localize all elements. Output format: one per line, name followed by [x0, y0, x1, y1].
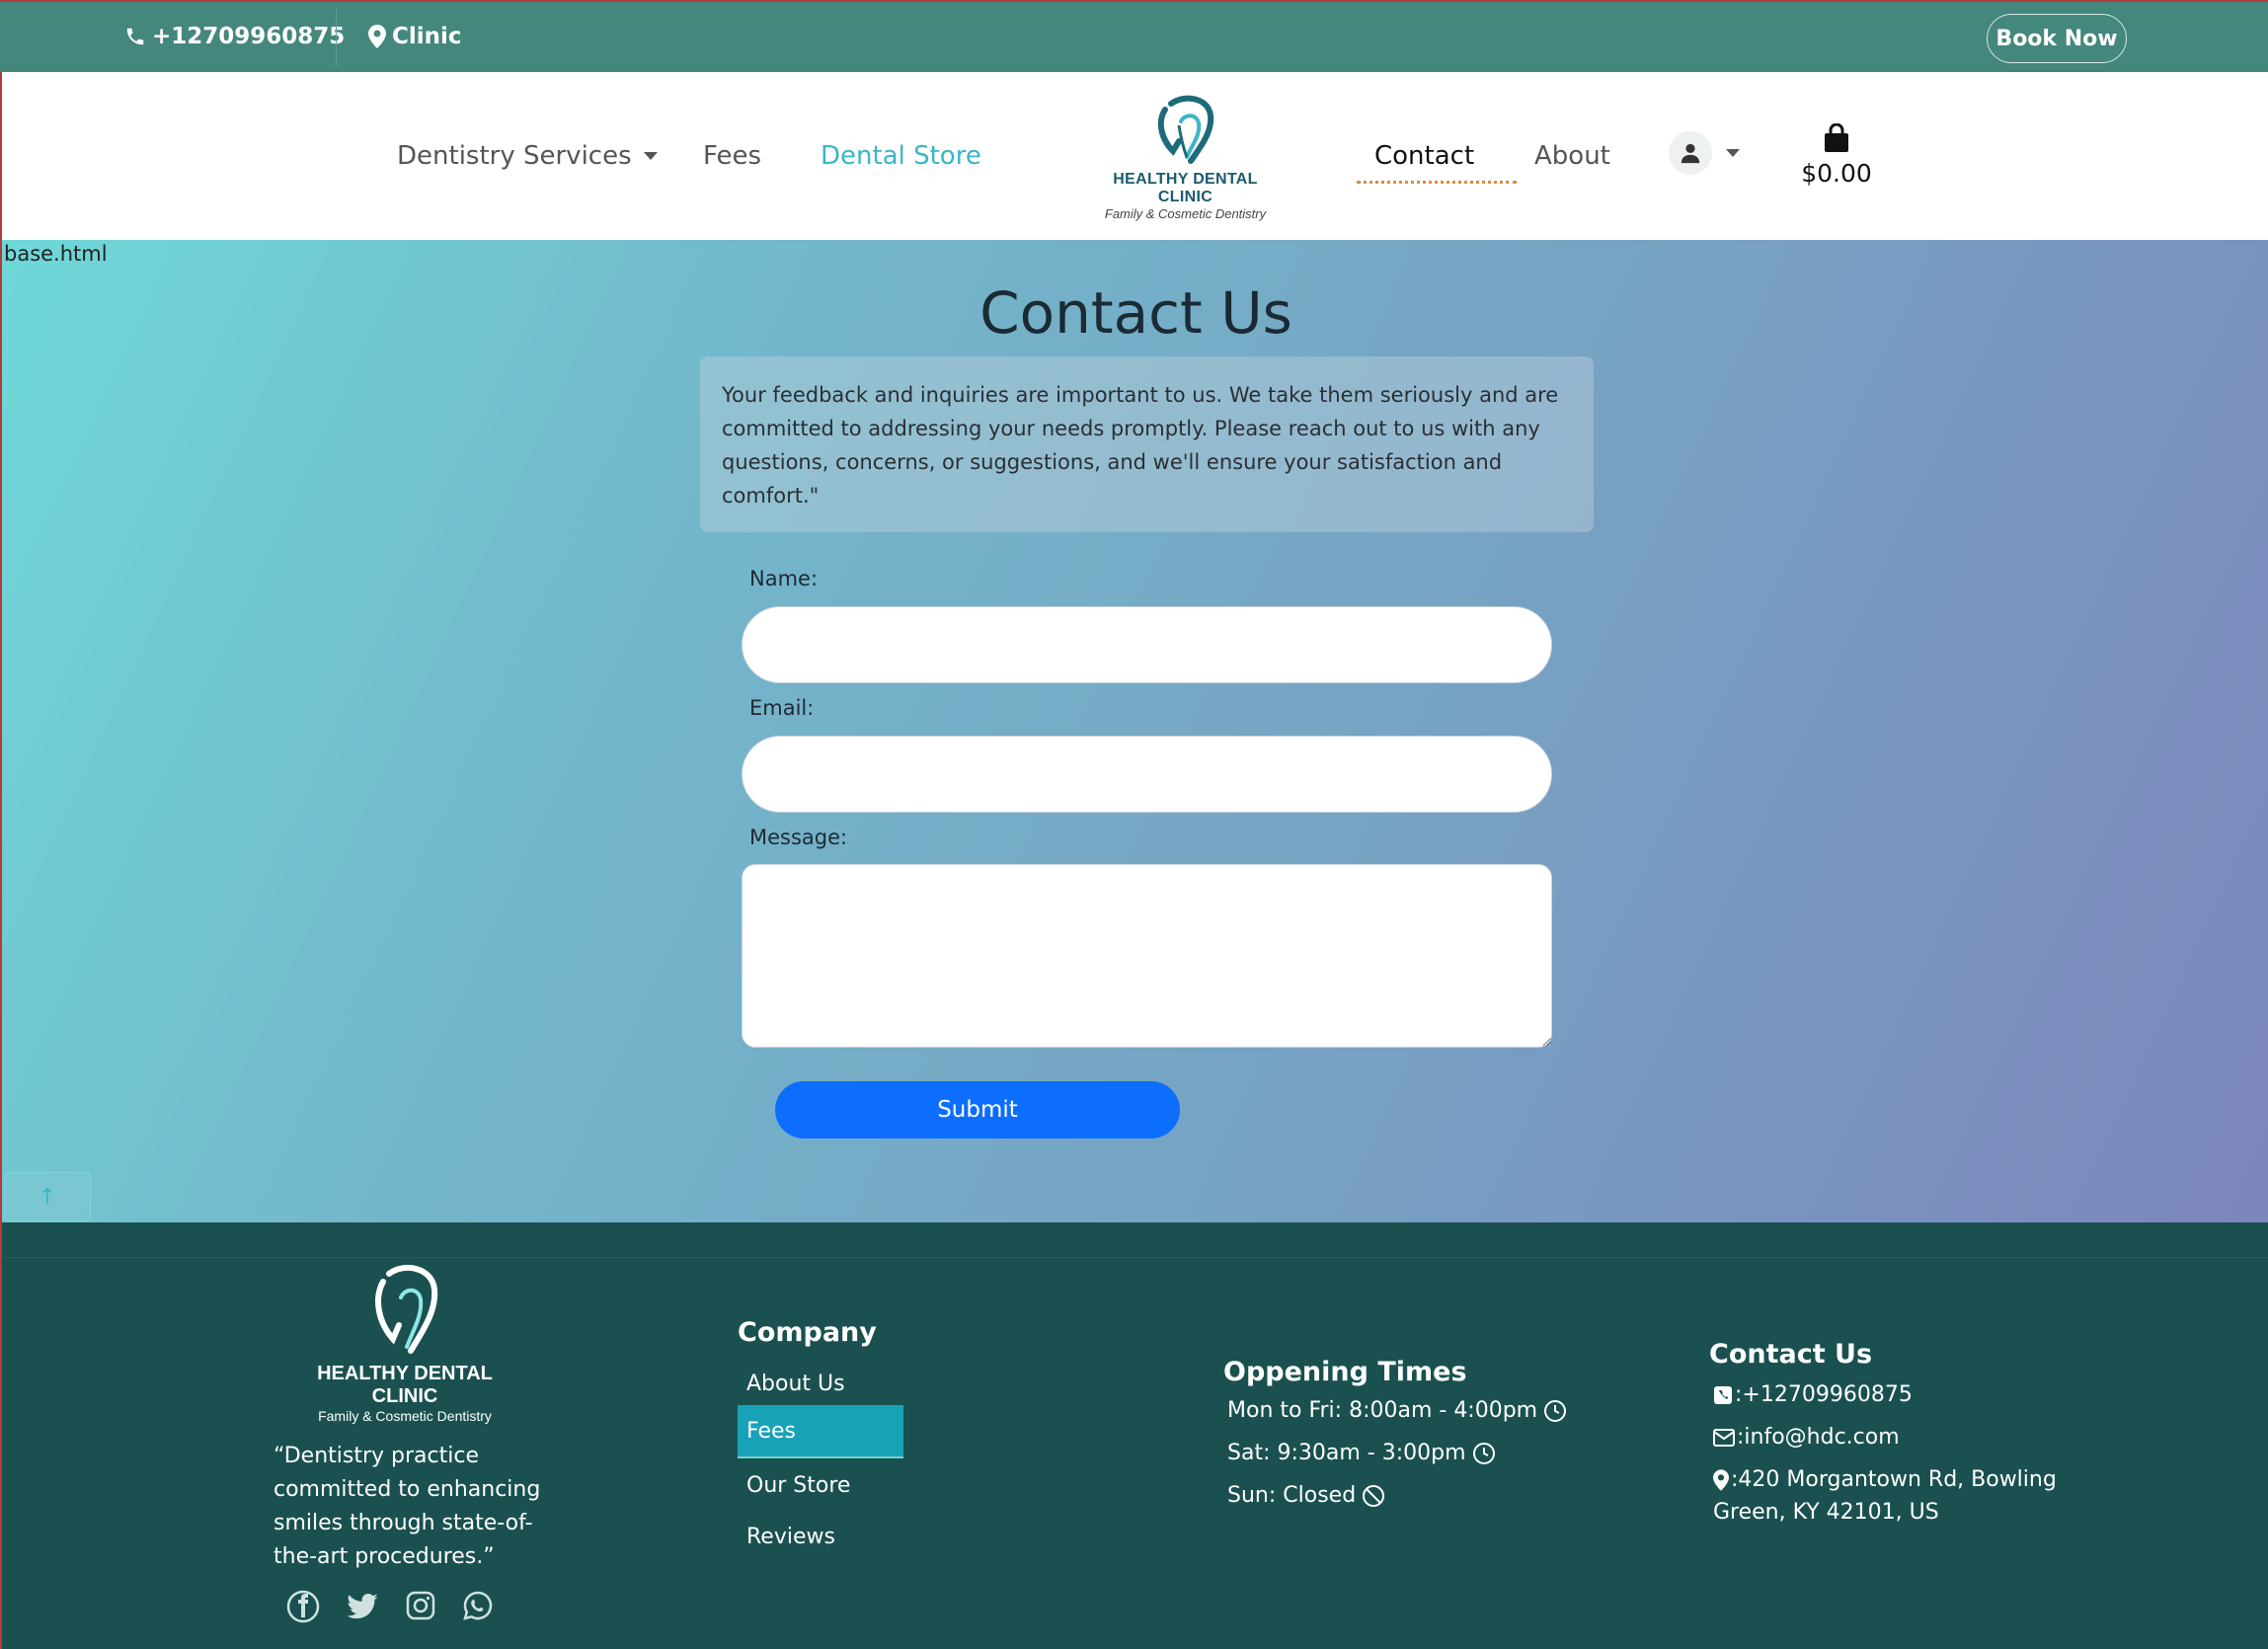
contact-section: base.html Contact Us Your feedback and i… [0, 240, 2268, 1222]
topbar-clinic[interactable]: Clinic [368, 24, 462, 49]
nav-contact[interactable]: Contact [1374, 141, 1474, 171]
footer-link-fees[interactable]: Fees [738, 1405, 903, 1458]
cart-total: $0.00 [1801, 159, 1872, 188]
hours-weekday-text: Mon to Fri: 8:00am - 4:00pm [1227, 1398, 1538, 1423]
nav-contact-label: Contact [1374, 141, 1475, 171]
top-bar: +12709960875 Clinic Book Now [0, 0, 2268, 72]
topbar-phone-text: +12709960875 [152, 24, 346, 49]
tooth-logo-icon [1157, 95, 1213, 164]
main-nav: Dentistry Services Fees Dental Store HEA… [0, 72, 2268, 240]
hours-saturday-text: Sat: 9:30am - 3:00pm [1227, 1441, 1466, 1465]
hours-sunday: Sun: Closed [1227, 1483, 1385, 1508]
nav-dental-store[interactable]: Dental Store [821, 141, 981, 171]
footer-logo-subtitle: Family & Cosmetic Dentistry [318, 1408, 492, 1424]
submit-button[interactable]: Submit [775, 1081, 1180, 1139]
hours-weekday: Mon to Fri: 8:00am - 4:00pm [1227, 1398, 1567, 1423]
nav-fees-label: Fees [703, 141, 762, 171]
nav-about[interactable]: About [1534, 141, 1610, 171]
user-icon [1681, 143, 1700, 164]
phone-square-icon [1714, 1385, 1732, 1404]
site-logo[interactable]: HEALTHY DENTAL CLINIC Family & Cosmetic … [1084, 92, 1287, 221]
cart[interactable]: $0.00 [1797, 122, 1876, 188]
footer-email-text: :info@hdc.com [1737, 1425, 1900, 1450]
map-pin-icon [1713, 1468, 1729, 1491]
arrow-up-icon: ↑ [38, 1184, 57, 1210]
back-to-top-button[interactable]: ↑ [4, 1172, 91, 1221]
hours-saturday: Sat: 9:30am - 3:00pm [1227, 1441, 1496, 1465]
template-label: base.html [4, 242, 108, 266]
footer-divider [2, 1257, 2268, 1258]
hours-sunday-text: Sun: Closed [1227, 1483, 1357, 1508]
user-menu[interactable] [1669, 131, 1740, 175]
nav-fees[interactable]: Fees [703, 141, 761, 171]
phone-icon [126, 28, 144, 45]
footer-logo-title: HEALTHY DENTAL CLINIC [317, 1363, 493, 1407]
nav-about-label: About [1534, 141, 1610, 171]
intro-text: Your feedback and inquiries are importan… [700, 356, 1594, 532]
instagram-icon[interactable] [405, 1590, 436, 1627]
logo-subtitle: Family & Cosmetic Dentistry [1104, 206, 1267, 221]
nav-dentistry-services[interactable]: Dentistry Services [397, 141, 658, 171]
footer-link-about-us[interactable]: About Us [738, 1357, 903, 1410]
envelope-icon [1713, 1428, 1735, 1447]
footer-phone[interactable]: :+12709960875 [1713, 1382, 1913, 1407]
twitter-icon[interactable] [346, 1590, 379, 1627]
ban-icon [1363, 1484, 1385, 1507]
chevron-down-icon [1726, 149, 1740, 157]
book-now-button[interactable]: Book Now [1987, 14, 2127, 63]
message-label: Message: [749, 825, 848, 849]
footer-phone-text: :+12709960875 [1735, 1382, 1913, 1407]
clock-icon [1544, 1399, 1567, 1422]
nav-dental-store-label: Dental Store [821, 141, 981, 171]
social-links [286, 1590, 494, 1627]
email-input[interactable] [742, 736, 1552, 813]
footer-quote: “Dentistry practice committed to enhanci… [274, 1444, 541, 1569]
footer-link-reviews[interactable]: Reviews [738, 1510, 903, 1563]
name-input[interactable] [742, 606, 1552, 683]
footer-logo[interactable]: HEALTHY DENTAL CLINIC Family & Cosmetic … [300, 1260, 509, 1424]
chevron-down-icon [643, 152, 658, 160]
nav-dentistry-services-label: Dentistry Services [397, 141, 632, 171]
opening-times-heading: Oppening Times [1223, 1357, 1467, 1387]
topbar-clinic-text: Clinic [392, 24, 462, 49]
page-title: Contact Us [979, 279, 1292, 347]
facebook-icon[interactable] [286, 1590, 320, 1627]
shopping-bag-icon [1825, 122, 1848, 152]
footer-address: :420 Morgantown Rd, Bowling [1713, 1467, 2057, 1492]
footer: HEALTHY DENTAL CLINIC Family & Cosmetic … [0, 1222, 2268, 1649]
footer-address-line1: :420 Morgantown Rd, Bowling [1731, 1467, 2057, 1492]
name-label: Name: [749, 567, 819, 590]
footer-contact-heading: Contact Us [1709, 1339, 1873, 1370]
nav-contact-underline [1357, 181, 1517, 184]
user-avatar [1669, 131, 1712, 175]
topbar-divider [336, 10, 337, 66]
map-pin-icon [368, 25, 386, 48]
footer-address-line2: Green, KY 42101, US [1713, 1500, 1939, 1525]
tooth-logo-icon [375, 1264, 438, 1354]
whatsapp-icon[interactable] [462, 1590, 494, 1627]
footer-link-our-store[interactable]: Our Store [738, 1458, 903, 1512]
clock-icon [1472, 1442, 1495, 1464]
email-label: Email: [749, 696, 815, 720]
logo-title: HEALTHY DENTAL CLINIC [1113, 171, 1258, 205]
message-textarea[interactable] [742, 864, 1552, 1048]
company-heading: Company [738, 1317, 877, 1348]
topbar-phone[interactable]: +12709960875 [124, 24, 345, 49]
footer-email[interactable]: :info@hdc.com [1713, 1425, 1900, 1450]
